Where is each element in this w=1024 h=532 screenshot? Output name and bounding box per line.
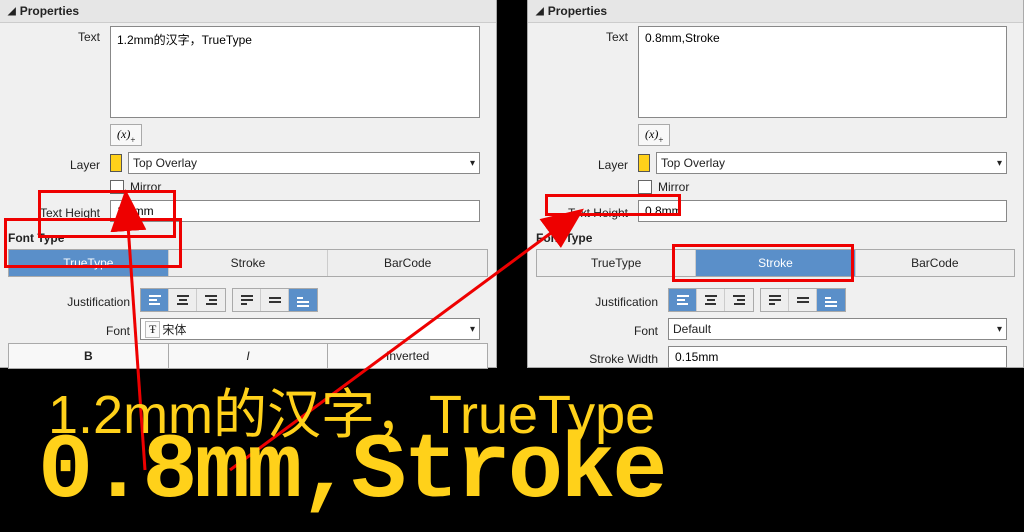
justify-top-button[interactable] <box>761 289 789 311</box>
stroke-width-input[interactable] <box>668 346 1007 368</box>
justify-left-button[interactable] <box>141 289 169 311</box>
tab-stroke[interactable]: Stroke <box>696 250 855 276</box>
properties-panel-right: ◢ Properties Text (x)+ Layer Top Overlay… <box>527 0 1024 368</box>
chevron-down-icon: ▾ <box>997 158 1002 169</box>
font-value: 宋体 <box>162 321 470 338</box>
text-height-label: Text Height <box>0 202 110 220</box>
collapse-icon[interactable]: ◢ <box>536 6 544 17</box>
justification-label: Justification <box>528 291 668 309</box>
layer-dropdown[interactable]: Top Overlay ▾ <box>128 152 480 174</box>
font-style-buttons: B I Inverted <box>8 343 488 369</box>
mirror-label: Mirror <box>130 180 161 194</box>
font-type-tabs: TrueType Stroke BarCode <box>8 249 488 277</box>
mirror-checkbox[interactable] <box>638 180 652 194</box>
tab-barcode[interactable]: BarCode <box>856 250 1014 276</box>
font-dropdown[interactable]: Default ▾ <box>668 318 1007 340</box>
properties-panel-left: ◢ Properties Text (x)+ Layer Top Overlay… <box>0 0 497 368</box>
justify-center-button[interactable] <box>169 289 197 311</box>
text-input[interactable] <box>638 26 1007 118</box>
panel-title: Properties <box>20 4 79 18</box>
chevron-down-icon: ▾ <box>997 324 1002 335</box>
bold-button[interactable]: B <box>8 343 168 369</box>
font-label: Font <box>0 320 140 338</box>
tab-truetype[interactable]: TrueType <box>9 250 169 276</box>
layer-dropdown[interactable]: Top Overlay ▾ <box>656 152 1007 174</box>
tab-truetype[interactable]: TrueType <box>537 250 696 276</box>
text-height-label: Text Height <box>528 202 638 220</box>
justify-bottom-button[interactable] <box>817 289 845 311</box>
tab-stroke[interactable]: Stroke <box>169 250 329 276</box>
text-label: Text <box>528 26 638 44</box>
justification-horizontal <box>668 288 754 312</box>
collapse-icon[interactable]: ◢ <box>8 6 16 17</box>
truetype-icon: Ŧ <box>145 321 160 338</box>
justify-middle-button[interactable] <box>789 289 817 311</box>
layer-value: Top Overlay <box>133 156 470 170</box>
justify-bottom-button[interactable] <box>289 289 317 311</box>
layer-color-chip[interactable] <box>110 154 122 172</box>
justify-center-button[interactable] <box>697 289 725 311</box>
justification-vertical <box>760 288 846 312</box>
insert-variable-button[interactable]: (x)+ <box>110 124 142 146</box>
layer-value: Top Overlay <box>661 156 997 170</box>
justify-right-button[interactable] <box>725 289 753 311</box>
font-dropdown[interactable]: Ŧ 宋体 ▾ <box>140 318 480 340</box>
chevron-down-icon: ▾ <box>470 158 475 169</box>
justification-label: Justification <box>0 291 140 309</box>
chevron-down-icon: ▾ <box>470 324 475 335</box>
font-type-header: Font Type <box>0 225 496 249</box>
justify-left-button[interactable] <box>669 289 697 311</box>
justification-horizontal <box>140 288 226 312</box>
text-input[interactable] <box>110 26 480 118</box>
layer-label: Layer <box>528 154 638 172</box>
font-value: Default <box>673 322 997 336</box>
panel-header[interactable]: ◢ Properties <box>0 0 496 23</box>
text-label: Text <box>0 26 110 44</box>
insert-variable-button[interactable]: (x)+ <box>638 124 670 146</box>
layer-color-chip[interactable] <box>638 154 650 172</box>
font-type-header: Font Type <box>528 225 1023 249</box>
text-height-input[interactable] <box>110 200 480 222</box>
justification-vertical <box>232 288 318 312</box>
mirror-checkbox[interactable] <box>110 180 124 194</box>
preview-stroke-text: 0.8mm,Stroke <box>38 426 665 518</box>
italic-button[interactable]: I <box>168 343 328 369</box>
tab-barcode[interactable]: BarCode <box>328 250 487 276</box>
panel-header[interactable]: ◢ Properties <box>528 0 1023 23</box>
justify-middle-button[interactable] <box>261 289 289 311</box>
justify-top-button[interactable] <box>233 289 261 311</box>
text-height-input[interactable] <box>638 200 1007 222</box>
justify-right-button[interactable] <box>197 289 225 311</box>
inverted-button[interactable]: Inverted <box>327 343 488 369</box>
stroke-width-label: Stroke Width <box>528 348 668 366</box>
panel-title: Properties <box>548 4 607 18</box>
mirror-label: Mirror <box>658 180 689 194</box>
font-label: Font <box>528 320 668 338</box>
font-type-tabs: TrueType Stroke BarCode <box>536 249 1015 277</box>
layer-label: Layer <box>0 154 110 172</box>
